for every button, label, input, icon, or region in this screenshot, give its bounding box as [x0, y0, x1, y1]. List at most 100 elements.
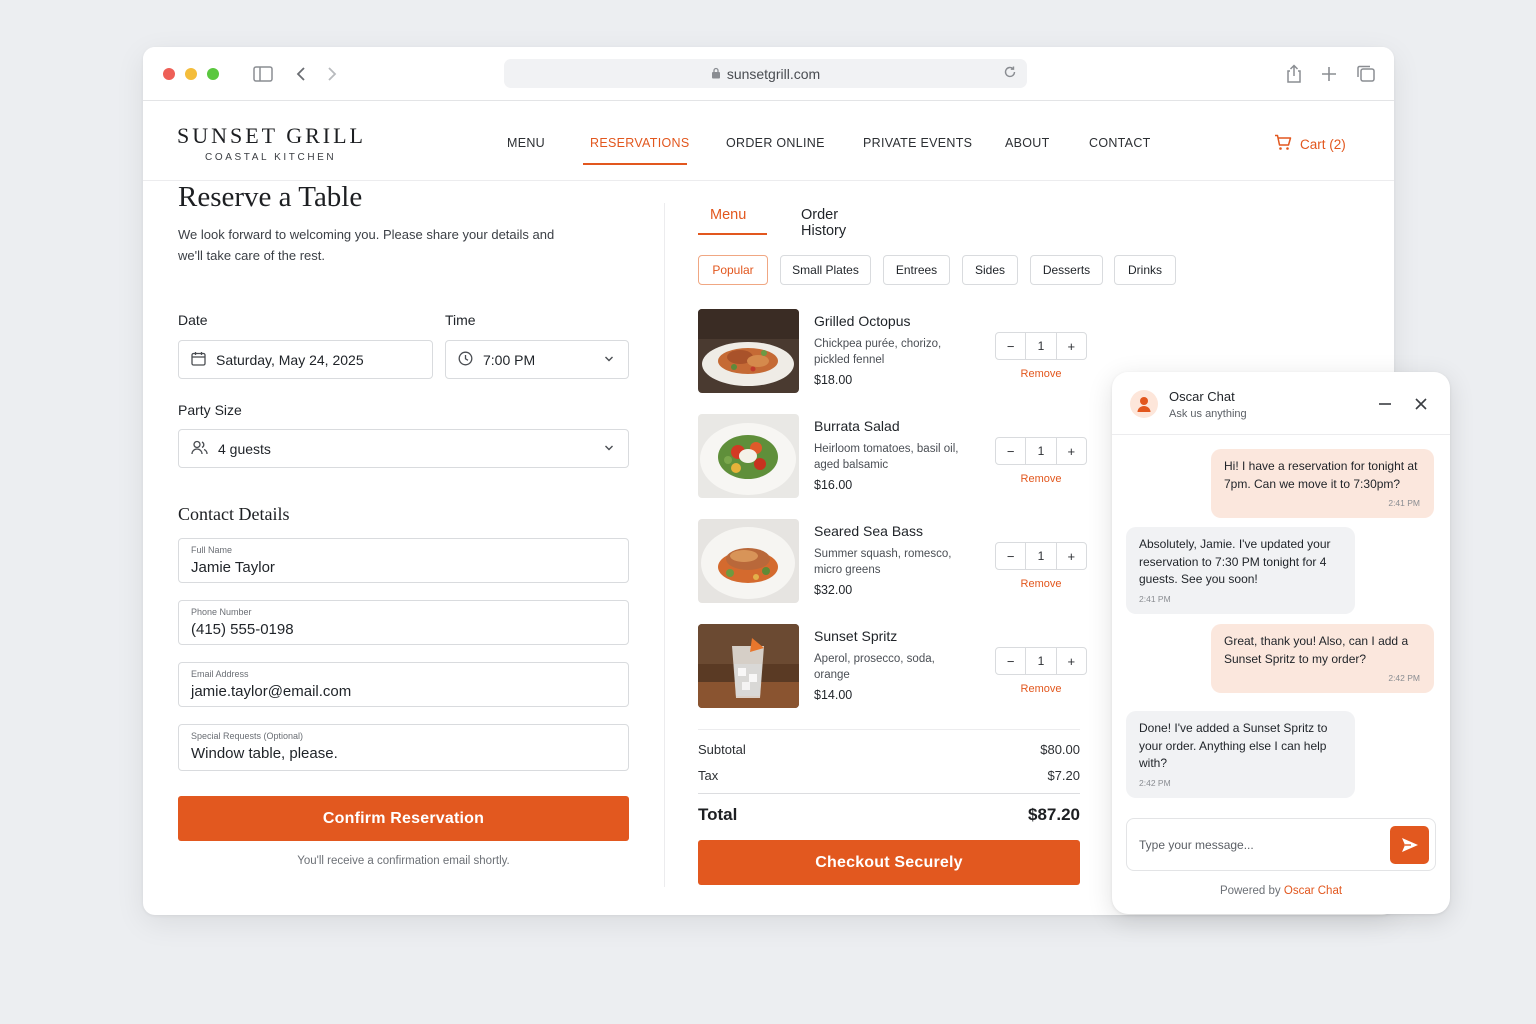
remove-item-link[interactable]: Remove	[995, 578, 1087, 590]
special-requests-label: Special Requests (Optional)	[191, 731, 304, 741]
reload-icon[interactable]	[1003, 65, 1017, 82]
send-button[interactable]	[1390, 826, 1429, 864]
remove-item-link[interactable]: Remove	[995, 473, 1087, 485]
back-arrow-icon[interactable]	[296, 66, 306, 87]
reservation-form: Reserve a Table We look forward to welco…	[178, 181, 630, 867]
chip-drinks[interactable]: Drinks	[1114, 255, 1176, 285]
message-time: 2:41 PM	[1388, 497, 1420, 508]
quantity-stepper: − 1 +	[995, 332, 1087, 360]
nav-contact[interactable]: CONTACT	[1089, 136, 1151, 150]
share-icon[interactable]	[1285, 64, 1303, 89]
quantity-value[interactable]: 1	[1025, 333, 1057, 359]
quantity-stepper: − 1 +	[995, 437, 1087, 465]
increase-quantity-button[interactable]: +	[1057, 648, 1086, 674]
chip-entrees[interactable]: Entrees	[883, 255, 950, 285]
burrata-salad-image	[698, 414, 799, 498]
date-value: Saturday, May 24, 2025	[216, 351, 364, 368]
contact-details-title: Contact Details	[178, 504, 290, 524]
decrease-quantity-button[interactable]: −	[996, 438, 1025, 464]
grilled-octopus-image	[698, 309, 799, 393]
decrease-quantity-button[interactable]: −	[996, 333, 1025, 359]
increase-quantity-button[interactable]: +	[1057, 543, 1086, 569]
minimize-icon[interactable]	[1378, 397, 1392, 416]
item-description: Heirloom tomatoes, basil oil, aged balsa…	[814, 443, 959, 471]
logo-title[interactable]: SUNSET GRILL	[177, 123, 366, 149]
tabs-overview-icon[interactable]	[1356, 65, 1376, 88]
date-field[interactable]: Saturday, May 24, 2025	[178, 340, 433, 379]
clock-icon	[458, 351, 473, 369]
date-label: Date	[178, 312, 208, 328]
increase-quantity-button[interactable]: +	[1057, 438, 1086, 464]
remove-item-link[interactable]: Remove	[995, 368, 1087, 380]
tab-menu[interactable]: Menu	[710, 207, 746, 223]
nav-menu[interactable]: MENU	[507, 136, 545, 150]
minimize-window-button[interactable]	[185, 68, 197, 80]
powered-brand-link[interactable]: Oscar Chat	[1284, 885, 1342, 897]
chat-message-user: Hi! I have a reservation for tonight at …	[1211, 449, 1434, 518]
chip-small-plates[interactable]: Small Plates	[780, 255, 871, 285]
message-text: Great, thank you! Also, can I add a Suns…	[1224, 634, 1409, 666]
calendar-icon	[191, 351, 206, 369]
email-field[interactable]: Email Address jamie.taylor@email.com	[178, 662, 629, 707]
forward-arrow-icon[interactable]	[327, 66, 337, 87]
decrease-quantity-button[interactable]: −	[996, 648, 1025, 674]
phone-field[interactable]: Phone Number (415) 555-0198	[178, 600, 629, 645]
maximize-window-button[interactable]	[207, 68, 219, 80]
total-label: Total	[698, 805, 738, 824]
nav-active-indicator	[583, 163, 687, 165]
site-header: SUNSET GRILL COASTAL KITCHEN MENU RESERV…	[143, 101, 1394, 181]
chat-widget: Oscar Chat Ask us anything Hi! I have a …	[1112, 372, 1450, 914]
time-select[interactable]: 7:00 PM	[445, 340, 629, 379]
party-size-select[interactable]: 4 guests	[178, 429, 629, 468]
phone-value: (415) 555-0198	[191, 621, 294, 638]
tax-row: Tax $7.20	[698, 768, 1080, 783]
sidebar-toggle-icon[interactable]	[253, 66, 273, 87]
close-window-button[interactable]	[163, 68, 175, 80]
chat-input-placeholder: Type your message...	[1139, 838, 1254, 852]
increase-quantity-button[interactable]: +	[1057, 333, 1086, 359]
item-price: $32.00	[814, 583, 853, 597]
total-divider	[698, 793, 1080, 794]
chat-message-agent: Done! I've added a Sunset Spritz to your…	[1126, 711, 1355, 798]
phone-label: Phone Number	[191, 607, 252, 617]
confirmation-note: You'll receive a confirmation email shor…	[297, 855, 510, 867]
chip-popular[interactable]: Popular	[698, 255, 768, 285]
nav-reservations[interactable]: RESERVATIONS	[590, 136, 689, 150]
nav-private-events[interactable]: PRIVATE EVENTS	[863, 136, 972, 150]
chat-message-input[interactable]: Type your message...	[1126, 818, 1436, 871]
chip-desserts[interactable]: Desserts	[1030, 255, 1103, 285]
confirm-reservation-button[interactable]: Confirm Reservation	[178, 796, 629, 841]
party-size-value: 4 guests	[218, 440, 271, 457]
message-time: 2:42 PM	[1139, 777, 1171, 788]
message-time: 2:41 PM	[1139, 593, 1171, 604]
decrease-quantity-button[interactable]: −	[996, 543, 1025, 569]
quantity-stepper: − 1 +	[995, 542, 1087, 570]
quantity-value[interactable]: 1	[1025, 438, 1057, 464]
subtotal-value: $80.00	[1040, 742, 1080, 757]
close-icon[interactable]	[1414, 397, 1428, 416]
quantity-stepper: − 1 +	[995, 647, 1087, 675]
tab-order-history[interactable]: Order History	[801, 207, 846, 239]
chip-sides[interactable]: Sides	[962, 255, 1018, 285]
chevron-down-icon	[604, 352, 614, 369]
logo-subtitle: COASTAL KITCHEN	[205, 152, 337, 163]
full-name-field[interactable]: Full Name Jamie Taylor	[178, 538, 629, 583]
guests-icon	[191, 440, 208, 458]
checkout-button[interactable]: Checkout Securely	[698, 840, 1080, 885]
message-time: 2:42 PM	[1388, 672, 1420, 683]
address-bar[interactable]: sunsetgrill.com	[504, 59, 1027, 88]
powered-prefix: Powered by	[1219, 885, 1281, 897]
quantity-value[interactable]: 1	[1025, 543, 1057, 569]
message-text: Absolutely, Jamie. I've updated your res…	[1139, 537, 1331, 586]
nav-order-online[interactable]: ORDER ONLINE	[726, 136, 825, 150]
item-description: Aperol, prosecco, soda, orange	[814, 653, 935, 681]
remove-item-link[interactable]: Remove	[995, 683, 1087, 695]
time-label: Time	[445, 312, 476, 328]
special-requests-field[interactable]: Special Requests (Optional) Window table…	[178, 724, 629, 771]
nav-about[interactable]: ABOUT	[1005, 136, 1050, 150]
cart-button[interactable]: Cart (2)	[1274, 134, 1346, 154]
full-name-label: Full Name	[191, 545, 233, 555]
new-tab-icon[interactable]	[1321, 66, 1337, 87]
quantity-value[interactable]: 1	[1025, 648, 1057, 674]
item-price: $18.00	[814, 373, 853, 387]
